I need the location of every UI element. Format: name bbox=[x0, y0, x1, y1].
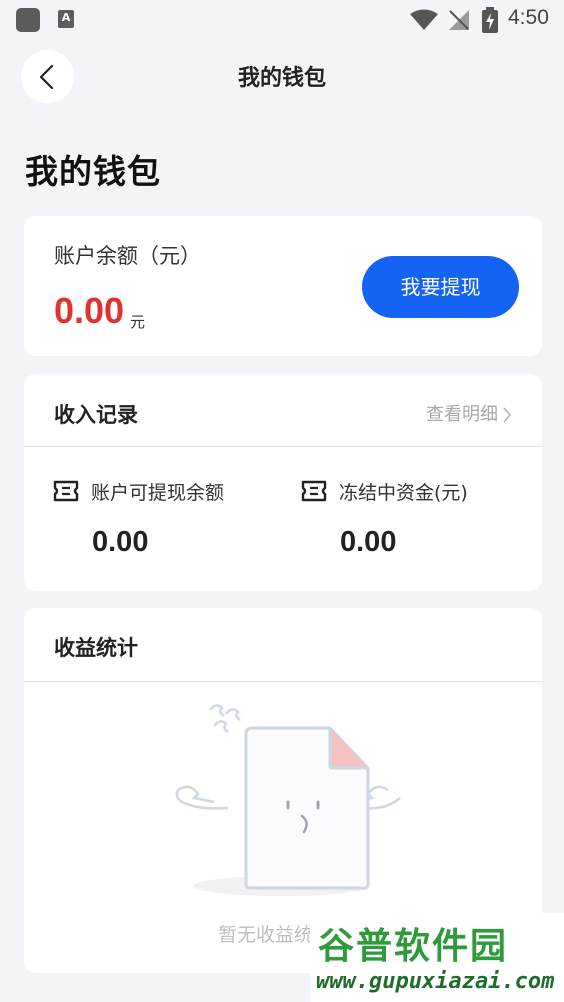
profit-stats-title: 收益统计 bbox=[54, 636, 138, 660]
withdrawable-balance-label: 账户可提现余额 bbox=[91, 482, 225, 504]
status-bar: A 4:50 bbox=[0, 0, 564, 40]
watermark: 谷普软件园 www.gupuxiazai.com bbox=[310, 913, 564, 1002]
balance-amount: 0.00 bbox=[54, 290, 125, 331]
no-signal-icon bbox=[449, 10, 469, 30]
clock: 4:50 bbox=[508, 6, 549, 29]
battery-charging-icon bbox=[482, 7, 498, 33]
withdraw-button[interactable]: 我要提现 bbox=[362, 256, 519, 318]
income-records-title: 收入记录 bbox=[54, 403, 138, 427]
frozen-funds-label: 冻结中资金(元) bbox=[339, 482, 468, 504]
keyboard-notification-icon: A bbox=[58, 10, 74, 28]
balance-unit: 元 bbox=[130, 313, 146, 331]
chevron-right-icon bbox=[503, 407, 512, 423]
watermark-title: 谷普软件园 bbox=[318, 926, 509, 967]
empty-state-illustration bbox=[175, 704, 401, 896]
ticket-icon bbox=[301, 480, 327, 502]
divider bbox=[24, 446, 542, 447]
frozen-funds-value: 0.00 bbox=[340, 526, 397, 558]
balance-label: 账户余额（元） bbox=[54, 244, 201, 268]
watermark-url: www.gupuxiazai.com bbox=[316, 969, 555, 994]
withdrawable-balance-value: 0.00 bbox=[92, 526, 149, 558]
balance-card: 账户余额（元） 0.00 元 我要提现 bbox=[24, 216, 542, 356]
ticket-icon bbox=[53, 480, 79, 502]
header-title: 我的钱包 bbox=[237, 66, 326, 91]
wifi-icon bbox=[410, 9, 438, 30]
divider bbox=[24, 681, 542, 682]
view-details-link[interactable]: 查看明细 bbox=[426, 400, 512, 426]
page-title: 我的钱包 bbox=[25, 152, 161, 191]
income-records-card: 收入记录 查看明细 账户可提现余额 0.00 冻结中资金(元) 0.00 bbox=[24, 374, 542, 591]
view-details-label: 查看明细 bbox=[426, 404, 498, 425]
app-notification-icon bbox=[16, 8, 40, 32]
